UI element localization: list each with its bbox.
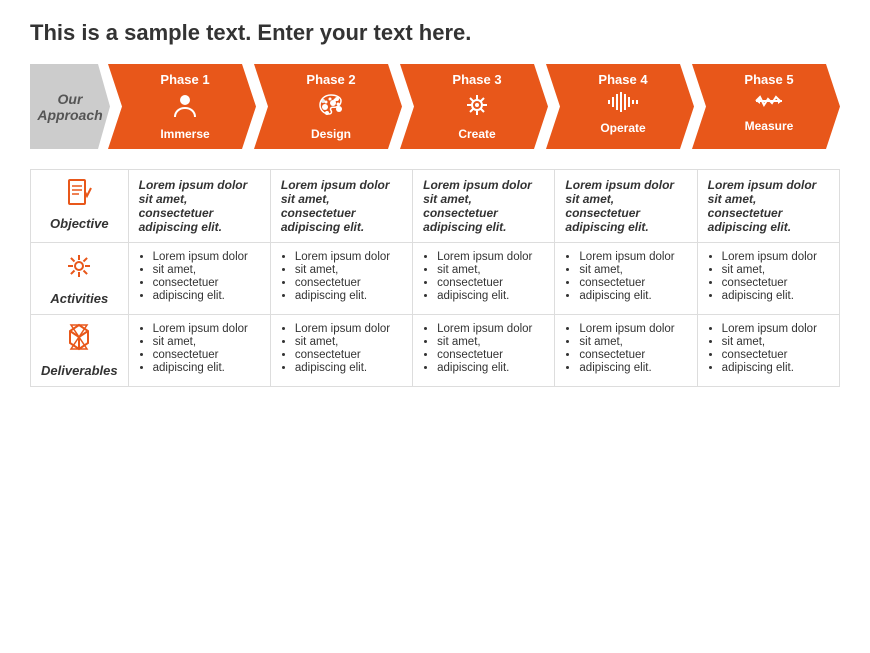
chevron-row: OurApproach Phase 1 Immerse Phase 2	[30, 64, 840, 149]
deliverables-icon	[41, 323, 118, 359]
phase-name-5: Measure	[745, 119, 794, 133]
activities-icon	[41, 251, 118, 287]
phase-label-5: Phase 5	[744, 72, 793, 87]
objective-label: Objective	[50, 216, 109, 231]
activities-cell-5: Lorem ipsum dolorsit amet,consectetuerad…	[697, 243, 839, 315]
activities-label: Activities	[50, 291, 108, 306]
activities-row: Activities Lorem ipsum dolorsit amet,con…	[31, 243, 840, 315]
activities-cell-4: Lorem ipsum dolorsit amet,consectetuerad…	[555, 243, 697, 315]
deliverables-header: Deliverables	[31, 315, 129, 387]
phase-label-4: Phase 4	[598, 72, 647, 87]
approach-label: OurApproach	[37, 91, 102, 123]
objective-header: Objective	[31, 170, 129, 243]
phase-name-2: Design	[311, 127, 351, 141]
objective-cell-3: Lorem ipsum dolor sit amet, consectetuer…	[413, 170, 555, 243]
phase-name-1: Immerse	[160, 127, 209, 141]
objective-cell-2: Lorem ipsum dolor sit amet, consectetuer…	[270, 170, 412, 243]
phase-chevron-1: Phase 1 Immerse	[108, 64, 256, 149]
phase-icon-3	[463, 91, 491, 125]
phase-label-1: Phase 1	[160, 72, 209, 87]
activities-cell-3: Lorem ipsum dolorsit amet,consectetuerad…	[413, 243, 555, 315]
deliverables-row: Deliverables Lorem ipsum dolorsit amet,c…	[31, 315, 840, 387]
phase-name-3: Create	[458, 127, 495, 141]
phase-label-2: Phase 2	[306, 72, 355, 87]
phase-chevron-5: Phase 5 Measure	[692, 64, 840, 149]
activities-header: Activities	[31, 243, 129, 315]
objective-cell-1: Lorem ipsum dolor sit amet, consectetuer…	[128, 170, 270, 243]
phase-icon-1	[171, 91, 199, 125]
phase-chevron-4: Phase 4 Operate	[546, 64, 694, 149]
deliverables-cell-1: Lorem ipsum dolorsit amet,consectetuerad…	[128, 315, 270, 387]
phase-chevron-2: Phase 2 Design	[254, 64, 402, 149]
activities-cell-2: Lorem ipsum dolorsit amet,consectetuerad…	[270, 243, 412, 315]
phase-icon-4	[607, 91, 639, 119]
deliverables-label: Deliverables	[41, 363, 118, 378]
phase-icon-2	[317, 91, 345, 125]
deliverables-cell-4: Lorem ipsum dolorsit amet,consectetuerad…	[555, 315, 697, 387]
activities-cell-1: Lorem ipsum dolorsit amet,consectetuerad…	[128, 243, 270, 315]
objective-cell-5: Lorem ipsum dolor sit amet, consectetuer…	[697, 170, 839, 243]
deliverables-cell-3: Lorem ipsum dolorsit amet,consectetuerad…	[413, 315, 555, 387]
objective-icon	[41, 178, 118, 212]
approach-box: OurApproach	[30, 64, 110, 149]
main-title: This is a sample text. Enter your text h…	[30, 20, 840, 46]
phase-label-3: Phase 3	[452, 72, 501, 87]
objective-row: Objective Lorem ipsum dolor sit amet, co…	[31, 170, 840, 243]
phase-chevron-3: Phase 3 Create	[400, 64, 548, 149]
objective-cell-4: Lorem ipsum dolor sit amet, consectetuer…	[555, 170, 697, 243]
content-table: Objective Lorem ipsum dolor sit amet, co…	[30, 169, 840, 387]
deliverables-cell-2: Lorem ipsum dolorsit amet,consectetuerad…	[270, 315, 412, 387]
deliverables-cell-5: Lorem ipsum dolorsit amet,consectetuerad…	[697, 315, 839, 387]
phase-name-4: Operate	[600, 121, 645, 135]
phase-icon-5	[754, 91, 784, 117]
